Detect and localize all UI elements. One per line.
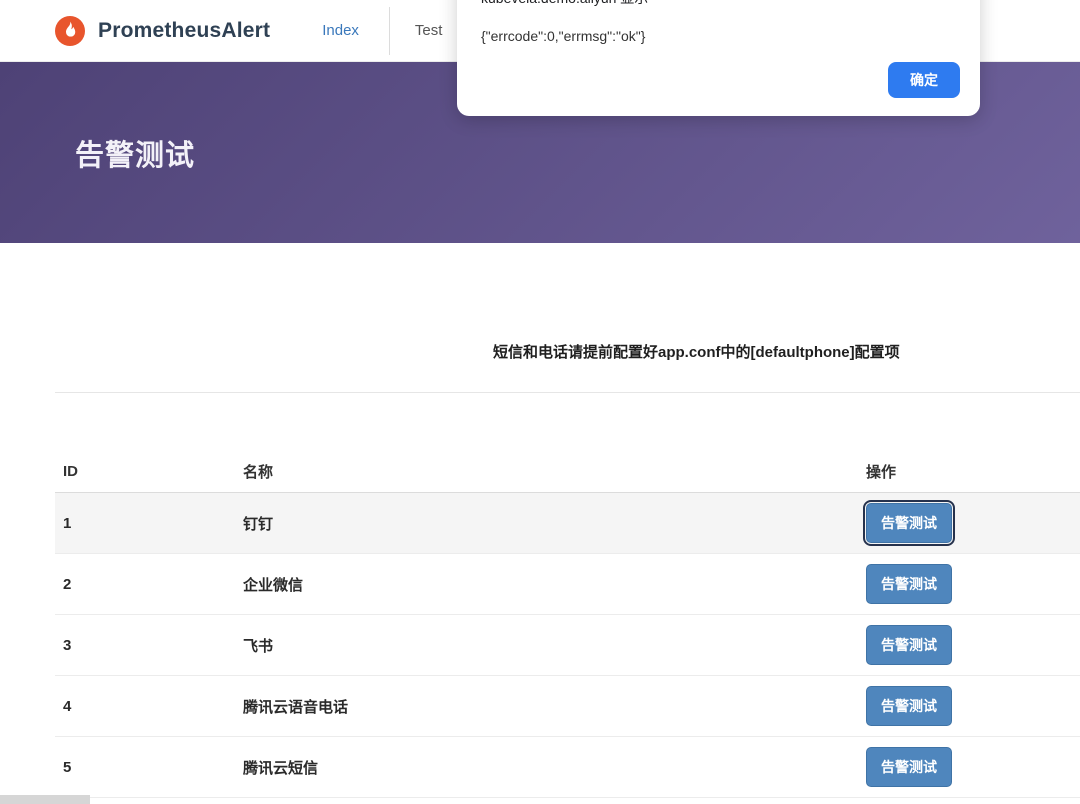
alert-dialog-confirm-button[interactable]: 确定 <box>888 62 960 98</box>
header-action: 操作 <box>858 451 1080 493</box>
brand-title: PrometheusAlert <box>98 18 271 42</box>
row-id-cell: 2 <box>55 553 235 615</box>
row-action-cell: 告警测试 <box>858 614 1080 676</box>
row-action-cell: 告警测试 <box>858 492 1080 554</box>
bottom-edge-artifact <box>0 795 90 804</box>
row-action-cell: 告警测试 <box>858 675 1080 737</box>
divider <box>55 392 1080 393</box>
test-table-body: 1 钉钉 告警测试 2 企业微信 告警测试 3 飞书 告警测试 4 腾讯云语音电话 告警测试 5 腾讯云短… <box>55 492 1080 798</box>
nav-item-index[interactable]: Index <box>300 22 381 39</box>
table-row: 4 腾讯云语音电话 告警测试 <box>55 675 1080 737</box>
alert-test-button[interactable]: 告警测试 <box>866 747 952 787</box>
row-name-cell: 企业微信 <box>235 553 858 615</box>
alert-test-table: ID 名称 操作 1 钉钉 告警测试 2 企业微信 告警测试 3 飞书 告警测试 4 腾讯云语音电话… <box>55 451 1080 798</box>
config-note-wrap: 短信和电话请提前配置好app.conf中的[defaultphone]配置项 <box>0 341 1080 362</box>
alert-dialog: kubevela.demo.aliyun 显示 {"errcode":0,"er… <box>457 0 980 116</box>
row-name-cell: 钉钉 <box>235 492 858 554</box>
row-action-cell: 告警测试 <box>858 736 1080 798</box>
prometheusalert-logo-icon <box>55 15 85 46</box>
table-row: 5 腾讯云短信 告警测试 <box>55 736 1080 798</box>
header-id: ID <box>55 451 235 493</box>
row-id-cell: 4 <box>55 675 235 737</box>
alert-test-button[interactable]: 告警测试 <box>866 686 952 726</box>
table-row: 2 企业微信 告警测试 <box>55 553 1080 615</box>
table-header: ID 名称 操作 <box>55 451 1080 493</box>
header-name: 名称 <box>235 451 858 493</box>
table-row: 1 钉钉 告警测试 <box>55 492 1080 554</box>
row-id-cell: 5 <box>55 736 235 798</box>
row-id-cell: 3 <box>55 614 235 676</box>
row-name-cell: 腾讯云短信 <box>235 736 858 798</box>
row-action-cell: 告警测试 <box>858 553 1080 615</box>
row-id-cell: 1 <box>55 492 235 554</box>
row-name-cell: 腾讯云语音电话 <box>235 675 858 737</box>
alert-dialog-source: kubevela.demo.aliyun 显示 <box>481 0 956 8</box>
alert-test-button[interactable]: 告警测试 <box>866 625 952 665</box>
alert-test-button[interactable]: 告警测试 <box>863 500 955 546</box>
alert-dialog-message: {"errcode":0,"errmsg":"ok"} <box>481 28 646 44</box>
alert-test-button[interactable]: 告警测试 <box>866 564 952 604</box>
config-note: 短信和电话请提前配置好app.conf中的[defaultphone]配置项 <box>493 344 900 361</box>
content-area: 短信和电话请提前配置好app.conf中的[defaultphone]配置项 I… <box>0 341 1080 798</box>
row-name-cell: 飞书 <box>235 614 858 676</box>
table-row: 3 飞书 告警测试 <box>55 614 1080 676</box>
